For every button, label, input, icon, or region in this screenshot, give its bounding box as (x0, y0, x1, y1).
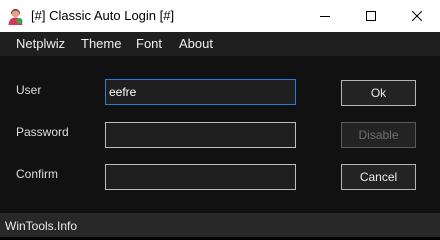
menu-item-font[interactable]: Font (136, 36, 162, 51)
menu-item-theme[interactable]: Theme (81, 36, 121, 51)
confirm-input[interactable] (105, 164, 296, 190)
menu-item-netplwiz[interactable]: Netplwiz (16, 36, 65, 51)
maximize-button[interactable] (348, 0, 394, 32)
close-icon (412, 11, 422, 21)
maximize-icon (366, 11, 376, 21)
status-bar: WinTools.Info (0, 213, 440, 237)
window-title: [#] Classic Auto Login [#] (31, 8, 175, 23)
user-avatar-icon (8, 8, 23, 25)
ok-button[interactable]: Ok (341, 80, 416, 106)
menu-item-about[interactable]: About (179, 36, 213, 51)
main-window: [#] Classic Auto Login [#] Netplwiz Them… (0, 0, 440, 237)
minimize-button[interactable] (302, 0, 348, 32)
user-input[interactable]: eefre (105, 79, 296, 105)
user-label: User (16, 83, 42, 97)
confirm-label: Confirm (16, 167, 59, 181)
title-bar[interactable]: [#] Classic Auto Login [#] (0, 0, 440, 32)
login-form: User eefre Password Confirm Ok Disable C… (0, 56, 440, 213)
close-button[interactable] (394, 0, 440, 32)
password-input[interactable] (105, 122, 296, 148)
password-label: Password (16, 125, 69, 139)
status-text: WinTools.Info (5, 219, 78, 233)
disable-button[interactable]: Disable (341, 122, 416, 148)
minimize-icon (320, 16, 330, 17)
menu-bar: Netplwiz Theme Font About (0, 32, 440, 54)
cancel-button[interactable]: Cancel (341, 164, 416, 190)
